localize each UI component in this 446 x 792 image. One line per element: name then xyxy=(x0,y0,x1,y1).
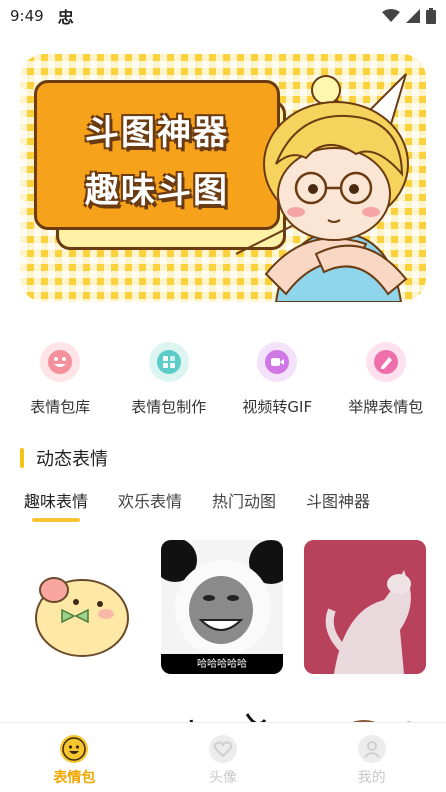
nav-label: 头像 xyxy=(209,770,237,786)
nav-label: 我的 xyxy=(357,770,386,786)
nav-icon-wrap xyxy=(60,735,89,763)
image-edit-icon xyxy=(156,350,181,374)
qa-icon-wrap xyxy=(40,342,81,382)
heart-icon xyxy=(213,741,233,758)
panda-face-meme-image xyxy=(161,540,283,674)
quick-actions: 表情包库 表情包制作 视频转GIF 举牌表情包 xyxy=(0,342,446,422)
section-title: 动态表情 xyxy=(36,449,108,470)
nav-profile[interactable]: 我的 xyxy=(297,723,446,792)
category-tabs: 趣味表情 欢乐表情 热门动图 斗图神器 xyxy=(0,488,446,528)
cartoon-girl-illustration xyxy=(235,73,409,302)
status-app-glyph: 忠 xyxy=(57,8,74,27)
quick-action-label: 举牌表情包 xyxy=(348,398,424,416)
meme-item[interactable]: 哈哈哈哈哈 xyxy=(161,540,283,674)
nav-emoji[interactable]: 表情包 xyxy=(0,723,149,792)
meme-item[interactable] xyxy=(18,540,140,674)
sign-icon xyxy=(373,350,398,374)
status-bar: 9:49 忠 xyxy=(0,0,446,32)
hamster-sticker-image xyxy=(35,577,129,657)
smiley-face-icon xyxy=(62,737,87,761)
section-header: 动态表情 xyxy=(20,446,108,470)
nav-avatar[interactable]: 头像 xyxy=(149,723,298,792)
battery-icon xyxy=(426,8,436,24)
nav-icon-wrap xyxy=(357,735,386,763)
video-icon xyxy=(265,350,290,374)
wifi-icon xyxy=(382,9,400,22)
smiley-icon xyxy=(48,350,73,374)
quick-action-label: 表情包库 xyxy=(30,398,91,416)
qa-icon-wrap xyxy=(365,342,406,382)
quick-action-emoji-maker[interactable]: 表情包制作 xyxy=(115,342,223,422)
quick-action-sign-emoji[interactable]: 举牌表情包 xyxy=(332,342,440,422)
tab-happy[interactable]: 欢乐表情 xyxy=(118,488,182,516)
tab-hot[interactable]: 热门动图 xyxy=(212,488,276,516)
promo-banner[interactable]: 斗图神器 趣味斗图 xyxy=(20,54,426,302)
qa-icon-wrap xyxy=(257,342,298,382)
tab-fun[interactable]: 趣味表情 xyxy=(24,488,88,522)
quick-action-emoji-library[interactable]: 表情包库 xyxy=(6,342,114,422)
status-icons xyxy=(382,8,436,24)
quick-action-video-to-gif[interactable]: 视频转GIF xyxy=(223,342,331,422)
meme-caption: 哈哈哈哈哈 xyxy=(197,659,247,670)
user-icon xyxy=(363,741,380,758)
bottom-navigation: 表情包 头像 我的 xyxy=(0,722,446,792)
nav-icon-wrap xyxy=(209,735,237,763)
quick-action-label: 视频转GIF xyxy=(242,398,313,416)
tab-battle[interactable]: 斗图神器 xyxy=(306,488,370,516)
section-accent-bar xyxy=(20,448,24,468)
status-time: 9:49 xyxy=(10,7,44,25)
qa-icon-wrap xyxy=(148,342,189,382)
quick-action-label: 表情包制作 xyxy=(131,398,207,416)
nav-label: 表情包 xyxy=(53,770,96,786)
meme-item[interactable] xyxy=(304,540,426,674)
cell-signal-icon xyxy=(406,9,420,23)
cat-dancing-image xyxy=(304,540,426,674)
